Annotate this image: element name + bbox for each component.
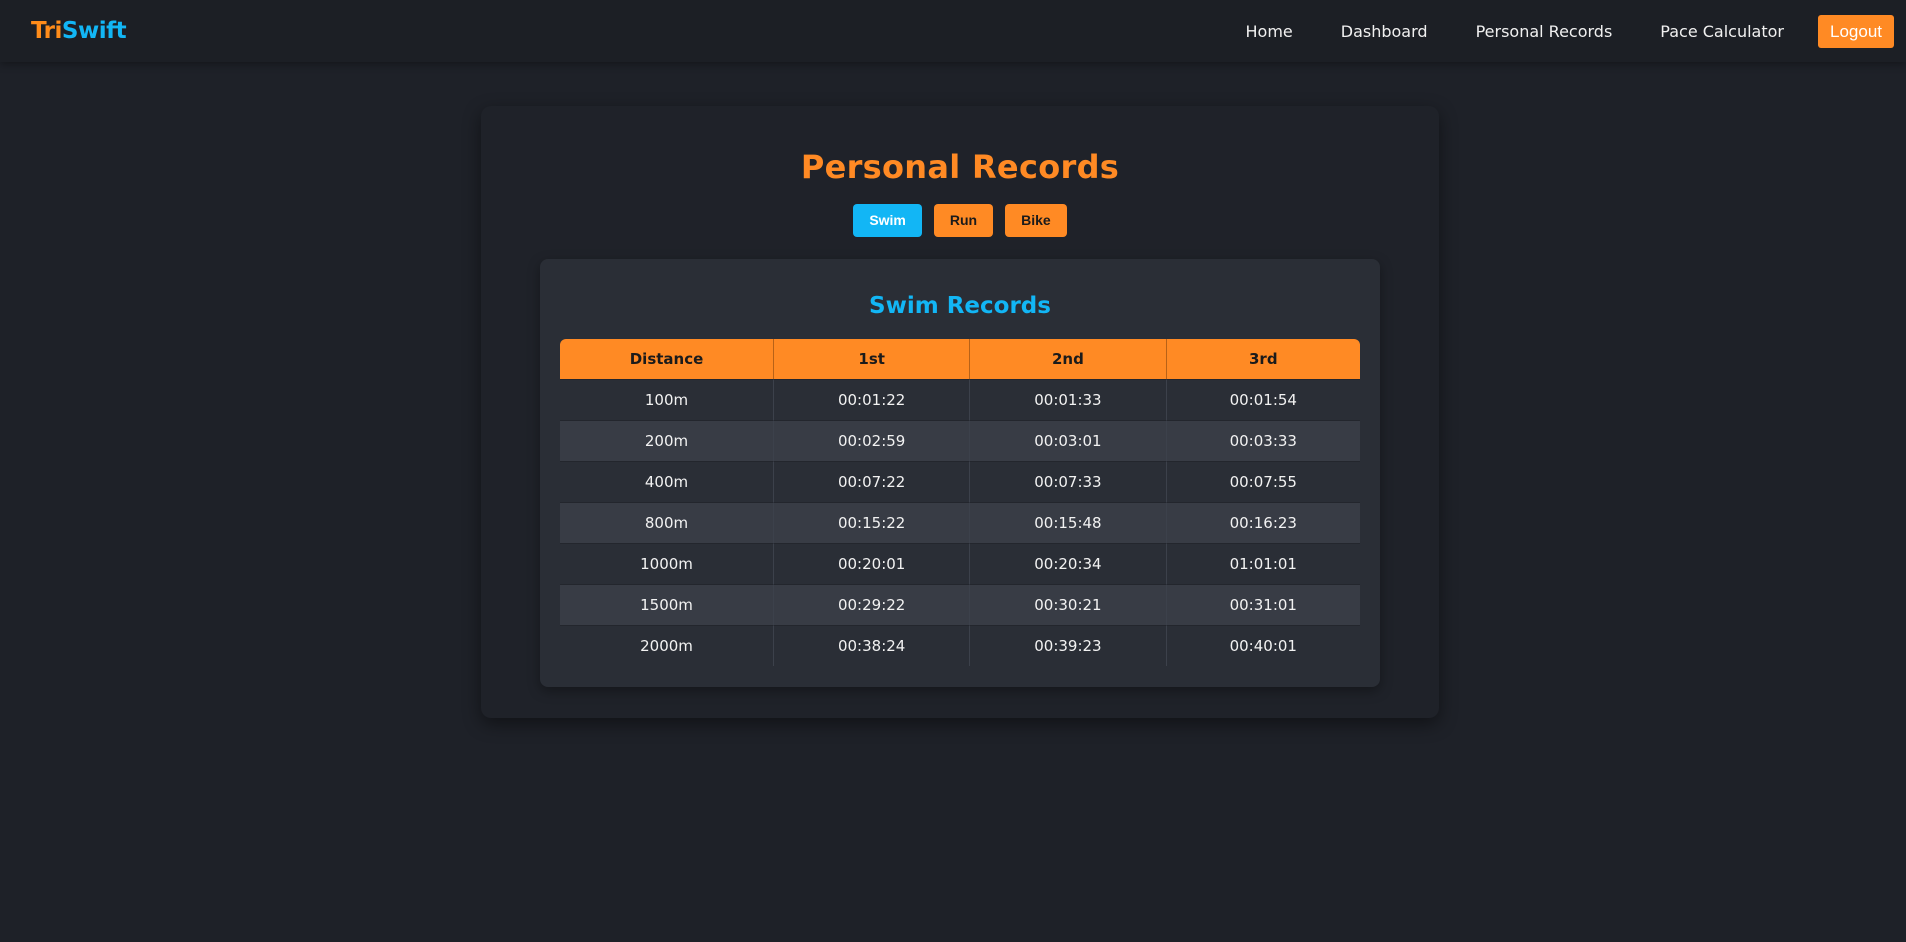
time-cell: 00:01:54 <box>1166 379 1360 420</box>
time-cell: 00:30:21 <box>970 584 1167 625</box>
section-title: Swim Records <box>869 293 1051 319</box>
tab-bike[interactable]: Bike <box>1005 204 1067 237</box>
time-cell: 00:03:33 <box>1166 420 1360 461</box>
table-header-row: Distance 1st 2nd 3rd <box>560 339 1360 379</box>
nav-link-pace-calculator[interactable]: Pace Calculator <box>1660 22 1784 41</box>
time-cell: 00:07:33 <box>970 461 1167 502</box>
swim-records-panel: Swim Records Distance 1st 2nd 3rd 100m 0… <box>540 259 1380 687</box>
brand-logo-part1: Tri <box>31 18 62 44</box>
records-card: Personal Records Swim Run Bike Swim Reco… <box>481 106 1439 718</box>
distance-cell: 1500m <box>560 584 775 625</box>
tab-swim[interactable]: Swim <box>853 204 922 237</box>
distance-cell: 1000m <box>560 543 775 584</box>
time-cell: 00:03:01 <box>970 420 1167 461</box>
table-row: 100m 00:01:22 00:01:33 00:01:54 <box>560 379 1360 420</box>
column-header-1st: 1st <box>774 339 971 379</box>
time-cell: 00:02:59 <box>774 420 971 461</box>
time-cell: 00:15:22 <box>774 502 971 543</box>
table-row: 2000m 00:38:24 00:39:23 00:40:01 <box>560 625 1360 666</box>
distance-cell: 200m <box>560 420 775 461</box>
distance-cell: 800m <box>560 502 775 543</box>
time-cell: 00:20:34 <box>970 543 1167 584</box>
time-cell: 00:20:01 <box>774 543 971 584</box>
table-row: 400m 00:07:22 00:07:33 00:07:55 <box>560 461 1360 502</box>
brand-logo[interactable]: TriSwift <box>31 18 127 44</box>
time-cell: 00:31:01 <box>1166 584 1360 625</box>
time-cell: 00:39:23 <box>970 625 1167 666</box>
table-row: 1000m 00:20:01 00:20:34 01:01:01 <box>560 543 1360 584</box>
distance-cell: 400m <box>560 461 775 502</box>
time-cell: 00:07:55 <box>1166 461 1360 502</box>
nav-links: Home Dashboard Personal Records Pace Cal… <box>1198 14 1894 48</box>
nav-link-dashboard[interactable]: Dashboard <box>1341 22 1428 41</box>
table-row: 200m 00:02:59 00:03:01 00:03:33 <box>560 420 1360 461</box>
distance-cell: 2000m <box>560 625 775 666</box>
tab-run[interactable]: Run <box>933 204 994 237</box>
table-row: 800m 00:15:22 00:15:48 00:16:23 <box>560 502 1360 543</box>
time-cell: 00:15:48 <box>970 502 1167 543</box>
time-cell: 00:01:22 <box>774 379 971 420</box>
time-cell: 00:01:33 <box>970 379 1167 420</box>
time-cell: 00:40:01 <box>1166 625 1360 666</box>
logout-button[interactable]: Logout <box>1818 14 1894 48</box>
column-header-3rd: 3rd <box>1166 339 1360 379</box>
nav-link-personal-records[interactable]: Personal Records <box>1476 22 1613 41</box>
column-header-distance: Distance <box>560 339 775 379</box>
table-row: 1500m 00:29:22 00:30:21 00:31:01 <box>560 584 1360 625</box>
records-table: Distance 1st 2nd 3rd 100m 00:01:22 00:01… <box>560 339 1360 666</box>
top-navbar: TriSwift Home Dashboard Personal Records… <box>0 0 1906 62</box>
nav-link-home[interactable]: Home <box>1246 22 1293 41</box>
time-cell: 00:29:22 <box>774 584 971 625</box>
sport-tabs: Swim Run Bike <box>481 204 1439 237</box>
time-cell: 00:16:23 <box>1166 502 1360 543</box>
brand-logo-part2: Swift <box>61 18 127 44</box>
time-cell: 01:01:01 <box>1166 543 1360 584</box>
time-cell: 00:38:24 <box>774 625 971 666</box>
time-cell: 00:07:22 <box>774 461 971 502</box>
column-header-2nd: 2nd <box>970 339 1167 379</box>
page-title: Personal Records <box>800 148 1120 186</box>
distance-cell: 100m <box>560 379 775 420</box>
